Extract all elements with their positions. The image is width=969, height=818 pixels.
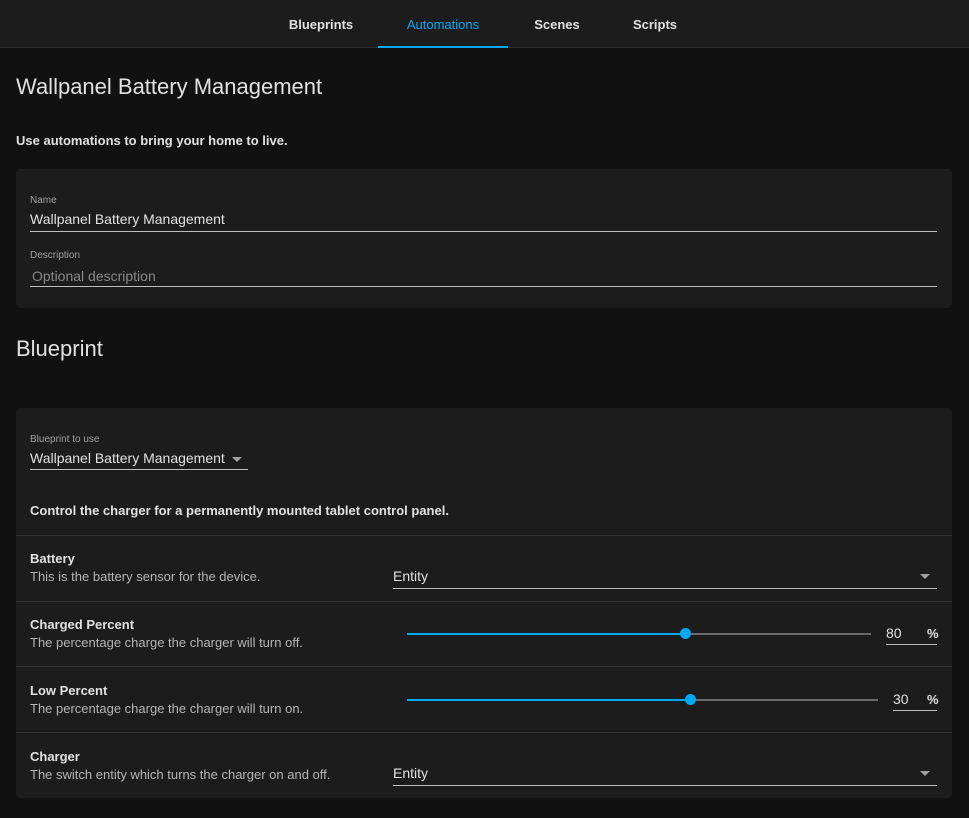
charger-entity-placeholder: Entity <box>393 765 429 781</box>
page-subtitle: Use automations to bring your home to li… <box>16 133 288 148</box>
charged-percent-slider-fill <box>407 633 686 635</box>
tab-scenes[interactable]: Scenes <box>520 0 594 48</box>
blueprint-section-title: Blueprint <box>16 336 103 361</box>
low-percent-slider-handle[interactable] <box>684 694 696 705</box>
charged-percent-unit: % <box>927 626 939 641</box>
charged-percent-value[interactable]: 80 <box>886 625 902 641</box>
chevron-down-icon <box>920 771 930 776</box>
tab-automations[interactable]: Automations <box>378 0 508 48</box>
charged-percent-value-underline <box>886 644 937 645</box>
battery-input-title: Battery <box>30 551 75 566</box>
description-input[interactable]: Optional description <box>32 268 156 284</box>
name-input[interactable]: Wallpanel Battery Management <box>30 211 225 227</box>
description-input-underline <box>30 286 937 287</box>
blueprint-select-value: Wallpanel Battery Management <box>30 450 225 466</box>
page-title: Wallpanel Battery Management <box>16 74 323 99</box>
low-percent-value[interactable]: 30 <box>893 691 909 707</box>
divider <box>16 732 952 733</box>
divider <box>16 666 952 667</box>
battery-input-description: This is the battery sensor for the devic… <box>30 569 261 584</box>
low-percent-unit: % <box>927 692 939 707</box>
low-percent-slider-fill <box>407 699 690 701</box>
chevron-down-icon <box>232 457 242 462</box>
name-input-underline <box>30 231 937 232</box>
divider <box>16 535 952 536</box>
low-percent-title: Low Percent <box>30 683 108 698</box>
blueprint-description: Control the charger for a permanently mo… <box>30 503 449 518</box>
low-percent-slider[interactable] <box>407 694 878 705</box>
blueprint-card: Blueprint to use Wallpanel Battery Manag… <box>16 408 952 798</box>
charger-input-description: The switch entity which turns the charge… <box>30 767 331 782</box>
battery-entity-underline <box>393 588 937 589</box>
blueprint-select-label: Blueprint to use <box>30 434 100 445</box>
blueprint-select[interactable]: Wallpanel Battery Management <box>30 448 248 470</box>
automation-details-card: Name Wallpanel Battery Management Descri… <box>16 169 952 308</box>
chevron-down-icon <box>920 574 930 579</box>
top-tab-bar: Blueprints Automations Scenes Scripts <box>0 0 969 48</box>
charged-percent-title: Charged Percent <box>30 617 135 632</box>
description-label: Description <box>30 250 81 261</box>
charger-entity-picker[interactable]: Entity <box>393 763 937 786</box>
battery-entity-picker[interactable]: Entity <box>393 566 937 589</box>
blueprint-select-underline <box>30 469 248 470</box>
low-percent-value-underline <box>893 710 937 711</box>
tab-scripts[interactable]: Scripts <box>618 0 692 48</box>
tab-blueprints[interactable]: Blueprints <box>280 0 362 48</box>
charger-entity-underline <box>393 785 937 786</box>
low-percent-description: The percentage charge the charger will t… <box>30 701 304 716</box>
charger-input-title: Charger <box>30 749 80 764</box>
divider <box>16 601 952 602</box>
charged-percent-slider[interactable] <box>407 628 871 639</box>
charged-percent-description: The percentage charge the charger will t… <box>30 635 303 650</box>
battery-entity-placeholder: Entity <box>393 568 429 584</box>
charged-percent-slider-handle[interactable] <box>680 628 692 639</box>
name-label: Name <box>30 195 57 206</box>
